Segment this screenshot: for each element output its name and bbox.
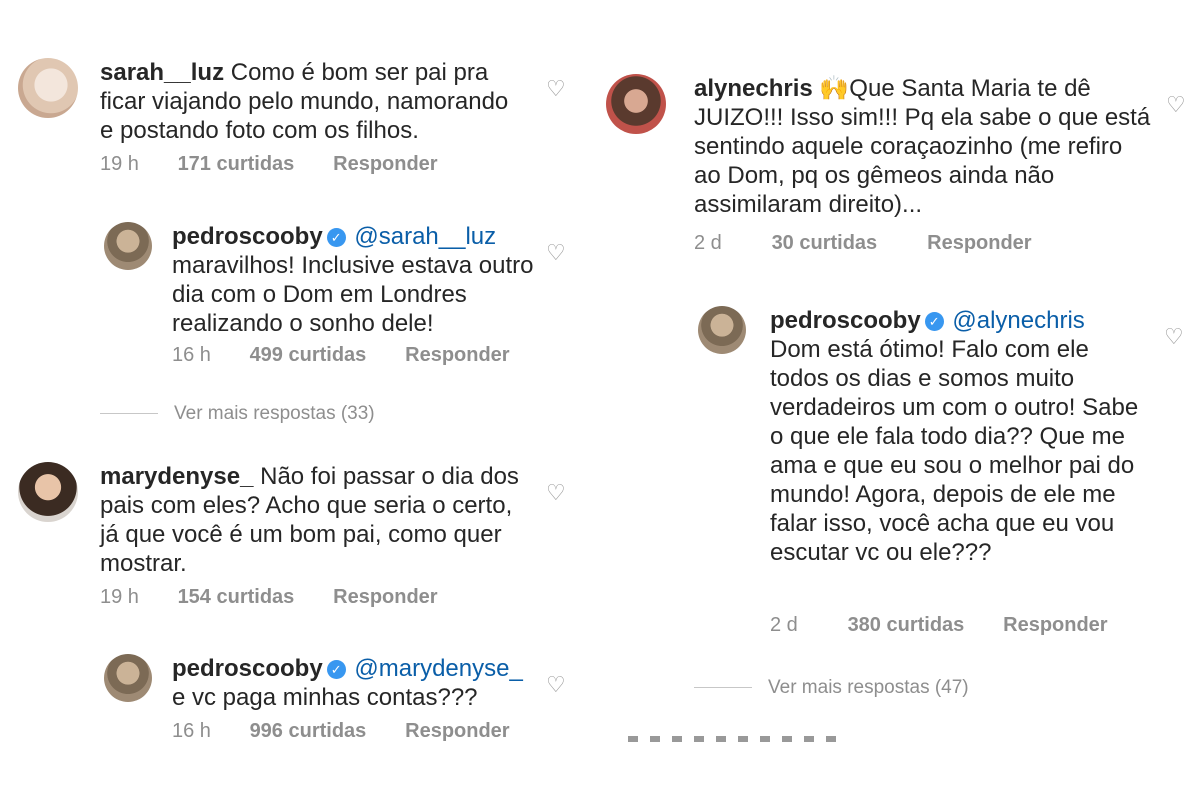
comment-likes[interactable]: 154 curtidas [178,586,328,609]
reply-pedroscooby-marydenyse: pedroscooby ✓ @marydenyse_ e vc paga minh… [104,654,580,750]
comment-body: marydenyse_ Não foi passar o dia dos pai… [100,462,530,578]
verified-badge-icon: ✓ [326,660,346,679]
comment-text: e vc paga minhas contas??? [172,684,478,711]
comment-time: 19 h [100,153,139,175]
heart-outline-icon[interactable]: ♡ [546,674,566,696]
comment-time: 2 d [694,232,722,254]
comment-meta: 2 d 30 curtidas Responder [694,232,1032,255]
comment-likes[interactable]: 499 curtidas [250,344,400,367]
view-more-replies-label: Ver mais respostas (33) [174,403,375,424]
comment-time: 16 h [172,720,211,742]
comment-username[interactable]: pedroscooby [172,223,323,250]
comment-meta: 2 d 380 curtidas Responder [770,614,1108,637]
avatar[interactable] [104,654,152,702]
avatar[interactable] [18,58,78,118]
comment-meta: 19 h 171 curtidas Responder [100,153,438,176]
comment-meta: 16 h 499 curtidas Responder [172,344,510,367]
comment-username[interactable]: alynechris [694,75,813,102]
reply-button[interactable]: Responder [333,153,437,176]
verified-badge-icon: ✓ [924,312,944,331]
comment-username[interactable]: marydenyse_ [100,463,253,490]
avatar[interactable] [104,222,152,270]
mention-link[interactable]: @alynechris [952,307,1084,334]
heart-outline-icon[interactable]: ♡ [546,482,566,504]
mention-link[interactable]: @sarah__luz [354,223,496,250]
reply-pedroscooby-sarah: pedroscooby ✓ @sarah__luz maravilhos! Inc… [104,222,580,372]
avatar[interactable] [698,306,746,354]
comment-body: alynechris 🙌Que Santa Maria te dê JUIZO!… [694,74,1154,219]
comment-meta: 19 h 154 curtidas Responder [100,586,438,609]
comment-body: pedroscooby ✓ @marydenyse_ e vc paga minh… [172,654,572,712]
reply-button[interactable]: Responder [333,586,437,609]
comment-time: 19 h [100,586,139,608]
comment-body: sarah__luz Como é bom ser pai pra ficar … [100,58,520,145]
reply-button[interactable]: Responder [927,232,1031,255]
view-more-replies-label: Ver mais respostas (47) [768,677,969,698]
comment-likes[interactable]: 171 curtidas [178,153,328,176]
comment-username[interactable]: sarah__luz [100,59,224,86]
comment-likes[interactable]: 996 curtidas [250,720,400,743]
heart-outline-icon[interactable]: ♡ [1164,326,1184,348]
reply-button[interactable]: Responder [1003,614,1107,637]
verified-badge-icon: ✓ [326,228,346,247]
comment-alynechris: alynechris 🙌Que Santa Maria te dê JUIZO!… [606,74,1196,264]
comment-text: Dom está ótimo! Falo com ele todos os di… [770,336,1139,566]
avatar[interactable] [606,74,666,134]
divider-line [694,687,752,689]
comment-time: 2 d [770,614,798,636]
reply-pedroscooby-alynechris: pedroscooby ✓ @alynechris Dom está ótimo!… [698,306,1192,646]
avatar[interactable] [18,462,78,522]
comment-sarah: sarah__luz Como é bom ser pai pra ficar … [18,58,578,188]
reply-button[interactable]: Responder [405,720,509,743]
view-more-replies[interactable]: Ver mais respostas (47) [694,677,969,699]
comment-username[interactable]: pedroscooby [172,655,323,682]
left-comment-column: sarah__luz Como é bom ser pai pra ficar … [0,0,590,800]
cropped-next-comment [628,736,848,742]
comment-text: maravilhos! Inclusive estava outro dia c… [172,252,534,337]
comment-marydenyse: marydenyse_ Não foi passar o dia dos pai… [18,462,578,622]
heart-outline-icon[interactable]: ♡ [1166,94,1186,116]
comment-username[interactable]: pedroscooby [770,307,921,334]
comment-likes[interactable]: 30 curtidas [772,232,922,255]
raised-hands-emoji: 🙌 [819,75,850,102]
view-more-replies[interactable]: Ver mais respostas (33) [100,403,375,425]
comment-time: 16 h [172,344,211,366]
heart-outline-icon[interactable]: ♡ [546,78,566,100]
mention-link[interactable]: @marydenyse_ [354,655,522,682]
heart-outline-icon[interactable]: ♡ [546,242,566,264]
comment-body: pedroscooby ✓ @sarah__luz maravilhos! Inc… [172,222,552,338]
reply-button[interactable]: Responder [405,344,509,367]
comment-likes[interactable]: 380 curtidas [848,614,998,637]
comment-meta: 16 h 996 curtidas Responder [172,720,510,743]
right-comment-column: alynechris 🙌Que Santa Maria te dê JUIZO!… [600,0,1200,800]
divider-line [100,413,158,415]
comment-body: pedroscooby ✓ @alynechris Dom está ótimo!… [770,306,1150,567]
